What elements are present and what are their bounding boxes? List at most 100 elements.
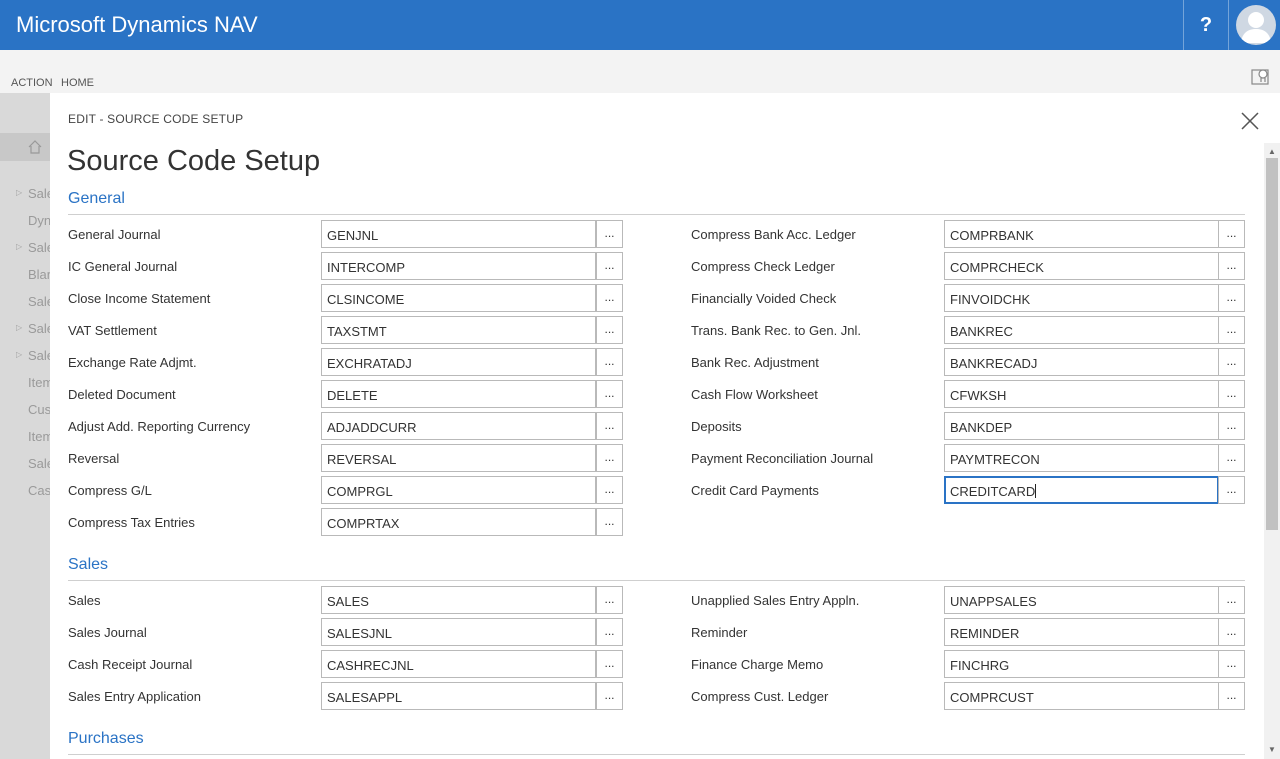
nav-item[interactable]: Cas: [28, 483, 51, 498]
lookup-button[interactable]: ...: [1218, 316, 1245, 344]
field-label: Unapplied Sales Entry Appln.: [691, 593, 860, 608]
compress-cust-ledger-field[interactable]: COMPRCUST: [944, 682, 1219, 710]
lookup-button[interactable]: ...: [1218, 618, 1245, 646]
field-label: Compress Tax Entries: [68, 515, 195, 530]
exchange-rate-adjmt-field[interactable]: EXCHRATADJ: [321, 348, 596, 376]
lookup-button[interactable]: ...: [596, 412, 623, 440]
scroll-up-arrow-icon[interactable]: ▲: [1268, 147, 1276, 156]
compress-tax-entries-field[interactable]: COMPRTAX: [321, 508, 596, 536]
payment-reconciliation-journal-field[interactable]: PAYMTRECON: [944, 444, 1219, 472]
lookup-button[interactable]: ...: [1218, 586, 1245, 614]
lookup-button[interactable]: ...: [1218, 348, 1245, 376]
field-label: Financially Voided Check: [691, 291, 837, 306]
field-label: Exchange Rate Adjmt.: [68, 355, 197, 370]
financially-voided-check-field[interactable]: FINVOIDCHK: [944, 284, 1219, 312]
close-income-statement-field[interactable]: CLSINCOME: [321, 284, 596, 312]
field-label: Adjust Add. Reporting Currency: [68, 419, 251, 434]
lookup-button[interactable]: ...: [596, 348, 623, 376]
section-divider: [68, 754, 1245, 755]
unapplied-sales-entry-field[interactable]: UNAPPSALES: [944, 586, 1219, 614]
lookup-button[interactable]: ...: [596, 252, 623, 280]
lookup-button[interactable]: ...: [1218, 682, 1245, 710]
deposits-field[interactable]: BANKDEP: [944, 412, 1219, 440]
field-label: Payment Reconciliation Journal: [691, 451, 874, 466]
help-button[interactable]: ?: [1183, 0, 1229, 50]
expand-arrow-icon[interactable]: ▷: [16, 323, 22, 332]
cash-flow-worksheet-field[interactable]: CFWKSH: [944, 380, 1219, 408]
scroll-down-arrow-icon[interactable]: ▼: [1268, 745, 1276, 754]
field-label: Sales: [68, 593, 101, 608]
expand-arrow-icon[interactable]: ▷: [16, 242, 22, 251]
nav-home[interactable]: [0, 133, 50, 161]
credit-card-payments-field[interactable]: CREDITCARD: [944, 476, 1219, 504]
app-title: Microsoft Dynamics NAV: [16, 12, 258, 37]
text-cursor: [1035, 484, 1037, 498]
lookup-button[interactable]: ...: [596, 380, 623, 408]
user-avatar[interactable]: [1236, 5, 1276, 45]
lookup-button[interactable]: ...: [596, 444, 623, 472]
compress-check-ledger-field[interactable]: COMPRCHECK: [944, 252, 1219, 280]
lightbulb-icon[interactable]: [1250, 66, 1272, 88]
home-icon: [28, 140, 42, 154]
section-title-purchases[interactable]: Purchases: [68, 730, 144, 748]
sales-field[interactable]: SALES: [321, 586, 596, 614]
scrollbar-thumb[interactable]: [1266, 158, 1278, 530]
finance-charge-memo-field[interactable]: FINCHRG: [944, 650, 1219, 678]
field-label: Sales Journal: [68, 625, 147, 640]
lookup-button[interactable]: ...: [596, 682, 623, 710]
deleted-document-field[interactable]: DELETE: [321, 380, 596, 408]
sales-entry-application-field[interactable]: SALESAPPL: [321, 682, 596, 710]
lookup-button[interactable]: ...: [1218, 380, 1245, 408]
compress-bank-acc-ledger-field[interactable]: COMPRBANK: [944, 220, 1219, 248]
ic-general-journal-field[interactable]: INTERCOMP: [321, 252, 596, 280]
field-label: Bank Rec. Adjustment: [691, 355, 819, 370]
lookup-button[interactable]: ...: [596, 476, 623, 504]
lookup-button[interactable]: ...: [596, 220, 623, 248]
nav-item[interactable]: Dyn: [28, 213, 51, 228]
field-label: Deposits: [691, 419, 742, 434]
lookup-button[interactable]: ...: [1218, 252, 1245, 280]
lookup-button[interactable]: ...: [1218, 220, 1245, 248]
field-label: Finance Charge Memo: [691, 657, 824, 672]
reminder-field[interactable]: REMINDER: [944, 618, 1219, 646]
field-label: Reminder: [691, 625, 748, 640]
close-icon[interactable]: [1239, 110, 1261, 132]
section-divider: [68, 580, 1245, 581]
ribbon-tab-actions[interactable]: ACTION: [11, 77, 53, 89]
lookup-button[interactable]: ...: [1218, 650, 1245, 678]
adjust-add-reporting-currency-field[interactable]: ADJADDCURR: [321, 412, 596, 440]
vat-settlement-field[interactable]: TAXSTMT: [321, 316, 596, 344]
field-label: Close Income Statement: [68, 291, 211, 306]
field-label: Trans. Bank Rec. to Gen. Jnl.: [691, 323, 862, 338]
expand-arrow-icon[interactable]: ▷: [16, 188, 22, 197]
section-title-sales[interactable]: Sales: [68, 556, 108, 574]
field-label: Cash Flow Worksheet: [691, 387, 818, 402]
reversal-field[interactable]: REVERSAL: [321, 444, 596, 472]
expand-arrow-icon[interactable]: ▷: [16, 350, 22, 359]
ribbon-tab-home[interactable]: HOME: [61, 77, 94, 89]
lookup-button[interactable]: ...: [596, 650, 623, 678]
bank-rec-adjustment-field[interactable]: BANKRECADJ: [944, 348, 1219, 376]
lookup-button[interactable]: ...: [1218, 476, 1245, 504]
field-label: Deleted Document: [68, 387, 176, 402]
source-code-setup-dialog: EDIT - SOURCE CODE SETUP Source Code Set…: [50, 93, 1280, 759]
field-label: Compress Bank Acc. Ledger: [691, 227, 856, 242]
nav-item[interactable]: Cus: [28, 402, 51, 417]
lookup-button[interactable]: ...: [596, 508, 623, 536]
sales-journal-field[interactable]: SALESJNL: [321, 618, 596, 646]
section-title-general[interactable]: General: [68, 190, 125, 208]
lookup-button[interactable]: ...: [1218, 412, 1245, 440]
nav-item[interactable]: Blar: [28, 267, 51, 282]
trans-bank-rec-field[interactable]: BANKREC: [944, 316, 1219, 344]
breadcrumb: EDIT - SOURCE CODE SETUP: [68, 112, 244, 126]
lookup-button[interactable]: ...: [596, 316, 623, 344]
lookup-button[interactable]: ...: [1218, 444, 1245, 472]
lookup-button[interactable]: ...: [596, 284, 623, 312]
lookup-button[interactable]: ...: [1218, 284, 1245, 312]
cash-receipt-journal-field[interactable]: CASHRECJNL: [321, 650, 596, 678]
lookup-button[interactable]: ...: [596, 618, 623, 646]
general-journal-field[interactable]: GENJNL: [321, 220, 596, 248]
lookup-button[interactable]: ...: [596, 586, 623, 614]
compress-gl-field[interactable]: COMPRGL: [321, 476, 596, 504]
page-title: Source Code Setup: [67, 145, 321, 177]
